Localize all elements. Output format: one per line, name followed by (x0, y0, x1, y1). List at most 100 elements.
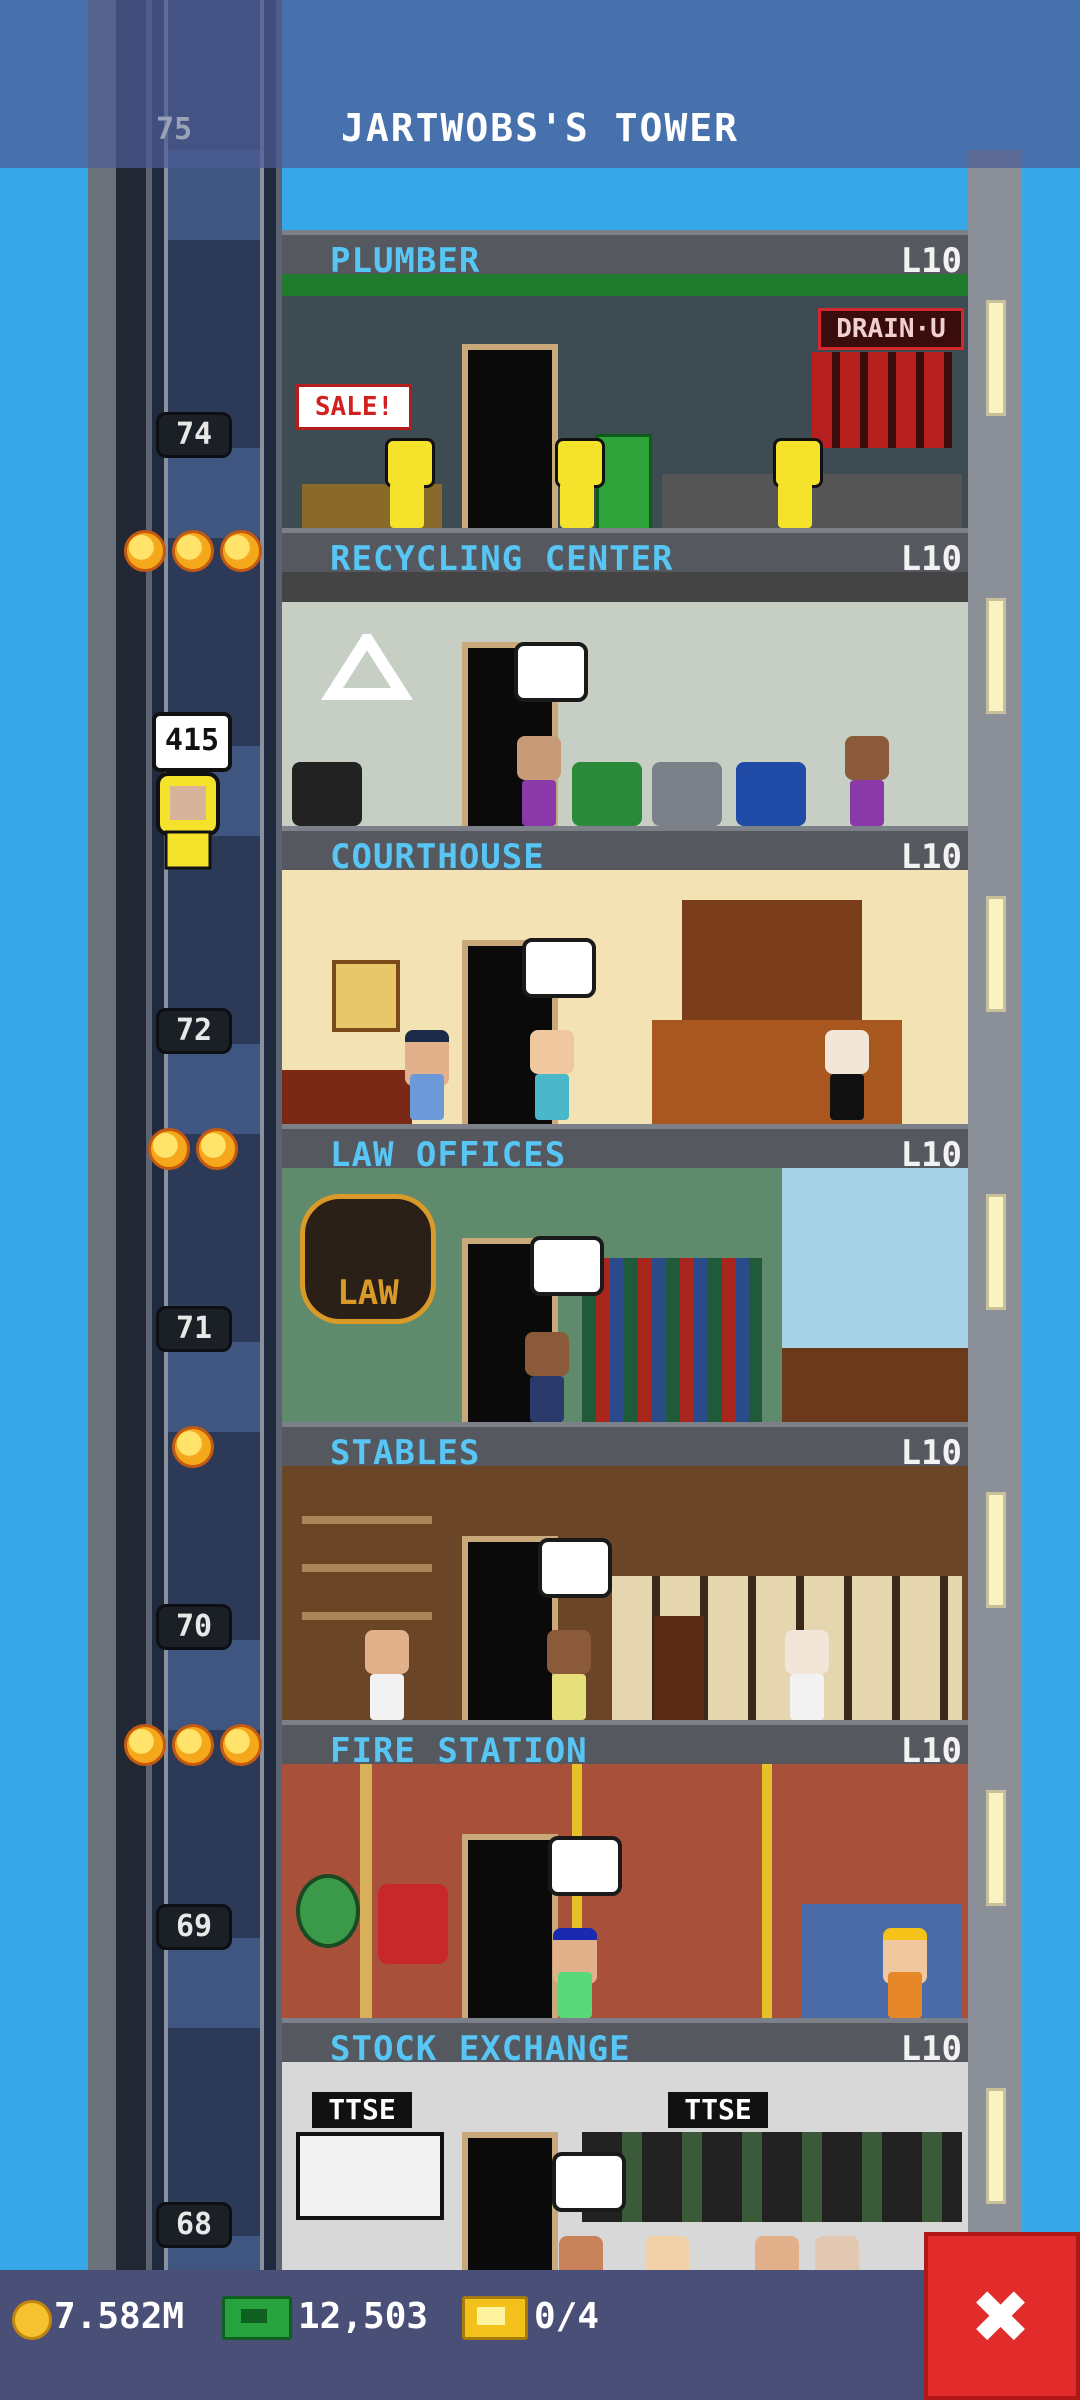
floor-number-72: 72 (156, 1008, 232, 1054)
window-light (986, 2088, 1006, 2204)
bin-black (292, 762, 362, 826)
window-light (986, 896, 1006, 1012)
bookshelf (582, 1258, 762, 1422)
floor-header: FIRE STATION L10 (282, 1720, 968, 1771)
speech-bubble[interactable] (522, 938, 596, 998)
star-icon[interactable] (220, 530, 262, 572)
visitor[interactable] (514, 736, 564, 826)
sale-sign: SALE! (296, 384, 412, 430)
star-icon[interactable] (172, 530, 214, 572)
window-light (986, 1194, 1006, 1310)
room-interior (282, 1764, 968, 2018)
speech-bubble[interactable] (530, 1236, 604, 1296)
ticker-board (582, 2132, 962, 2222)
worker-plumber[interactable] (382, 438, 435, 528)
framed-certificate (332, 960, 400, 1032)
tickets-count: 0/4 (534, 2296, 600, 2337)
floor-number-68: 68 (156, 2202, 232, 2248)
star-icon[interactable] (172, 1724, 214, 1766)
bin-grey (652, 762, 722, 826)
room-interior (282, 572, 968, 826)
coins-count: 7.582M (54, 2296, 185, 2337)
elevator-cable-right (260, 0, 264, 2280)
bin-green (572, 762, 642, 826)
ttse-sign: TTSE (668, 2092, 768, 2128)
star-icon[interactable] (172, 1426, 214, 1468)
horse (654, 1616, 704, 1720)
floor-stables[interactable]: STABLES L10 (282, 1422, 968, 1720)
elevator-rider-icon (156, 772, 220, 870)
worker-judge[interactable] (822, 1030, 872, 1120)
room-interior (282, 1466, 968, 1720)
room-interior (282, 870, 968, 1124)
visitor[interactable] (522, 1332, 572, 1422)
floor-door (462, 1834, 558, 2018)
floor-stock-exchange[interactable]: STOCK EXCHANGE L10 TTSE TTSE (282, 2018, 968, 2280)
bin-blue (736, 762, 806, 826)
tower-left-wall (88, 0, 116, 2400)
ceiling (282, 572, 968, 602)
floor-door (462, 344, 558, 528)
floor-fire-station[interactable]: FIRE STATION L10 (282, 1720, 968, 2018)
elevator-passenger-count: 415 (152, 712, 232, 772)
window-light (986, 598, 1006, 714)
worker-bailiff[interactable] (402, 1030, 452, 1120)
star-icon[interactable] (196, 1128, 238, 1170)
room-interior: TTSE TTSE (282, 2062, 968, 2280)
floor-header: COURTHOUSE L10 (282, 826, 968, 877)
pipe-ceiling (282, 274, 968, 296)
star-icon[interactable] (124, 1724, 166, 1766)
room-interior: SALE! DRAIN·U (282, 274, 968, 528)
visitor[interactable] (527, 1030, 577, 1120)
star-icon[interactable] (148, 1128, 190, 1170)
floor-header: STABLES L10 (282, 1422, 968, 1473)
star-icon[interactable] (220, 1724, 262, 1766)
floor-header: RECYCLING CENTER L10 (282, 528, 968, 579)
stock-chart-board (296, 2132, 444, 2220)
floor-number-74: 74 (156, 412, 232, 458)
bux-icon (222, 2296, 292, 2340)
floor-header: LAW OFFICES L10 (282, 1124, 968, 1175)
pews (282, 1070, 412, 1124)
floor-recycling-center[interactable]: RECYCLING CENTER L10 (282, 528, 968, 826)
visitor[interactable] (544, 1630, 594, 1720)
star-icon[interactable] (124, 530, 166, 572)
worker-plumber[interactable] (552, 438, 605, 528)
drain-u-sign: DRAIN·U (818, 308, 964, 350)
tower-left-wall-inner (116, 0, 146, 2400)
desk (782, 1348, 968, 1422)
tower-right-wall (968, 150, 1022, 2280)
recycle-icon (321, 634, 413, 700)
close-button[interactable]: ✖ (924, 2232, 1080, 2400)
floor-plumber[interactable]: PLUMBER L10 SALE! DRAIN·U (282, 230, 968, 528)
floor-courthouse[interactable]: COURTHOUSE L10 (282, 826, 968, 1124)
speech-bubble[interactable] (538, 1538, 612, 1598)
product-shelf (812, 352, 952, 448)
speech-bubble[interactable] (552, 2152, 626, 2212)
floor-law-offices[interactable]: LAW OFFICES L10 LAW (282, 1124, 968, 1422)
fire-pole (360, 1764, 372, 2018)
floor-number-69: 69 (156, 1904, 232, 1950)
worker-firefighter[interactable] (880, 1928, 930, 2018)
floor-number-70: 70 (156, 1604, 232, 1650)
floor-door (462, 2132, 558, 2280)
worker-plumber[interactable] (770, 438, 823, 528)
worker-recycling[interactable] (842, 736, 892, 826)
hose-reel (296, 1874, 360, 1948)
floor-number-71: 71 (156, 1306, 232, 1352)
ttse-sign: TTSE (312, 2092, 412, 2128)
tower-title[interactable]: JARTWOBS'S TOWER (0, 106, 1080, 150)
visitor[interactable] (550, 1928, 600, 2018)
worker-stablehand[interactable] (362, 1630, 412, 1720)
fire-extinguishers (378, 1884, 448, 1964)
golden-ticket-icon (462, 2296, 528, 2340)
law-sign: LAW (300, 1194, 436, 1324)
coin-icon (12, 2300, 52, 2340)
elevator-car[interactable] (152, 770, 228, 870)
bux-count: 12,503 (298, 2296, 429, 2337)
speech-bubble[interactable] (514, 642, 588, 702)
window-light (986, 1492, 1006, 1608)
worker-stablehand[interactable] (782, 1630, 832, 1720)
floor-header: STOCK EXCHANGE L10 (282, 2018, 968, 2069)
speech-bubble[interactable] (548, 1836, 622, 1896)
